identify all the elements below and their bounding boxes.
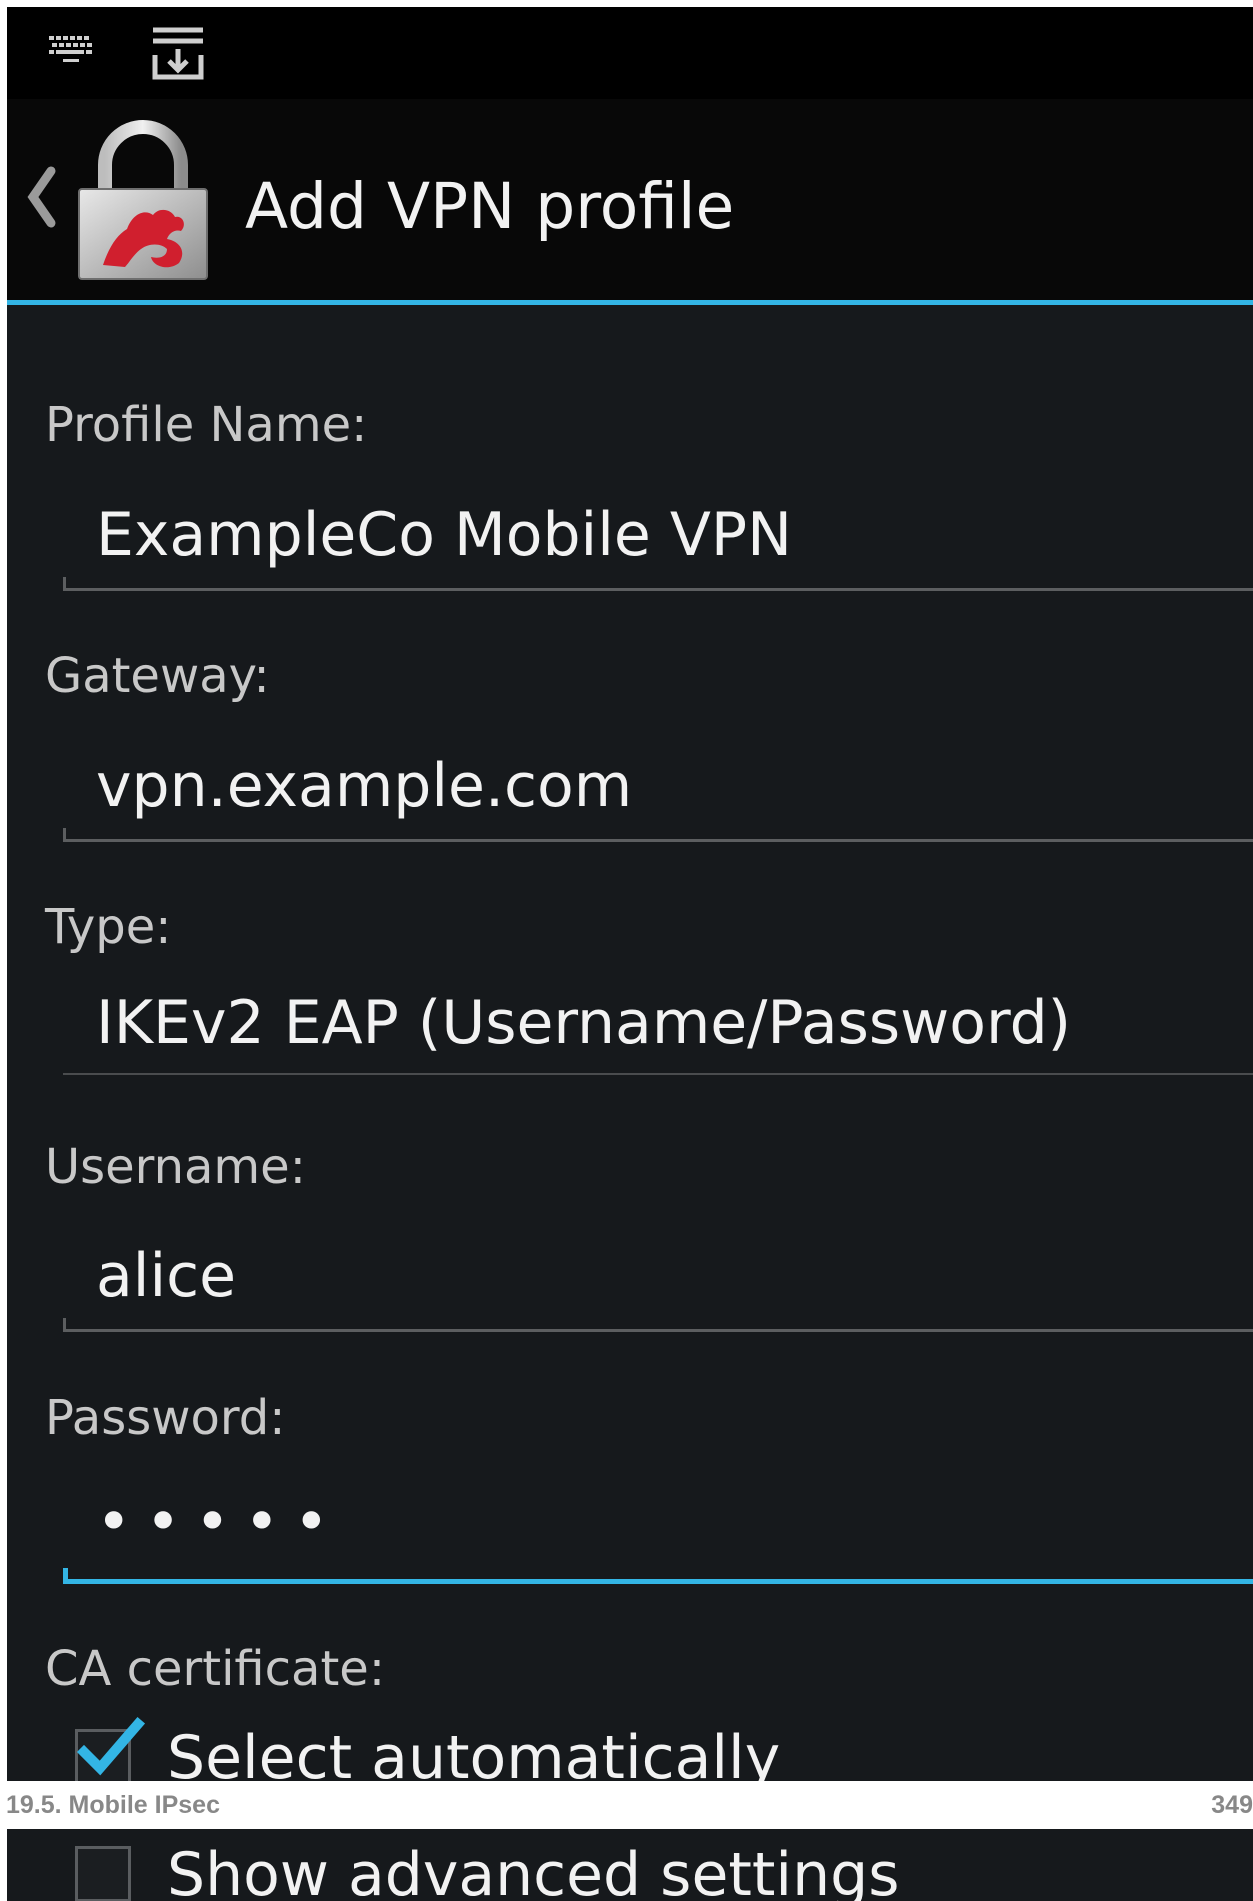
type-value: IKEv2 EAP (Username/Password) (96, 988, 1072, 1058)
type-spinner[interactable]: IKEv2 EAP (Username/Password) (63, 969, 1253, 1075)
type-label: Type: (45, 899, 172, 955)
profile-name-field[interactable]: ExampleCo Mobile VPN (63, 481, 1253, 591)
status-bar (7, 7, 1253, 99)
back-caret-icon[interactable] (21, 157, 61, 237)
profile-name-label: Profile Name: (45, 397, 368, 453)
profile-name-value: ExampleCo Mobile VPN (96, 500, 792, 570)
username-label: Username: (45, 1139, 306, 1195)
android-screen: Add VPN profile Profile Name: ExampleCo … (7, 7, 1253, 1901)
select-automatically-checkbox[interactable] (75, 1716, 146, 1785)
profile-name-tick (63, 577, 66, 591)
type-underline (63, 1073, 1253, 1075)
username-field[interactable]: alice (63, 1222, 1253, 1332)
gateway-tick (63, 828, 66, 842)
footer-page-number: 349 (1211, 1791, 1253, 1819)
gateway-underline (63, 839, 1253, 842)
profile-name-underline (63, 588, 1253, 591)
username-value: alice (96, 1241, 237, 1311)
username-underline (63, 1329, 1253, 1332)
gateway-value: vpn.example.com (96, 751, 633, 821)
checkmark-icon (76, 1716, 146, 1776)
keyboard-icon (49, 36, 92, 62)
footer-section: 19.5. Mobile IPsec (6, 1791, 220, 1819)
username-tick (63, 1318, 66, 1332)
gateway-field[interactable]: vpn.example.com (63, 732, 1253, 842)
gateway-label: Gateway: (45, 648, 270, 704)
password-value: ••••• (96, 1487, 343, 1557)
document-footer: 19.5. Mobile IPsec 349 (0, 1781, 1253, 1829)
action-bar: Add VPN profile (7, 99, 1253, 305)
download-icon (152, 27, 204, 80)
password-label: Password: (45, 1390, 286, 1446)
ca-certificate-label: CA certificate: (45, 1641, 385, 1697)
show-advanced-label[interactable]: Show advanced settings (167, 1839, 899, 1901)
show-advanced-checkbox[interactable] (75, 1846, 131, 1901)
password-tick (63, 1568, 68, 1584)
page-title: Add VPN profile (245, 170, 735, 243)
password-underline (63, 1579, 1253, 1584)
password-field[interactable]: ••••• (63, 1472, 1253, 1584)
strongswan-lock-icon[interactable] (71, 117, 215, 283)
